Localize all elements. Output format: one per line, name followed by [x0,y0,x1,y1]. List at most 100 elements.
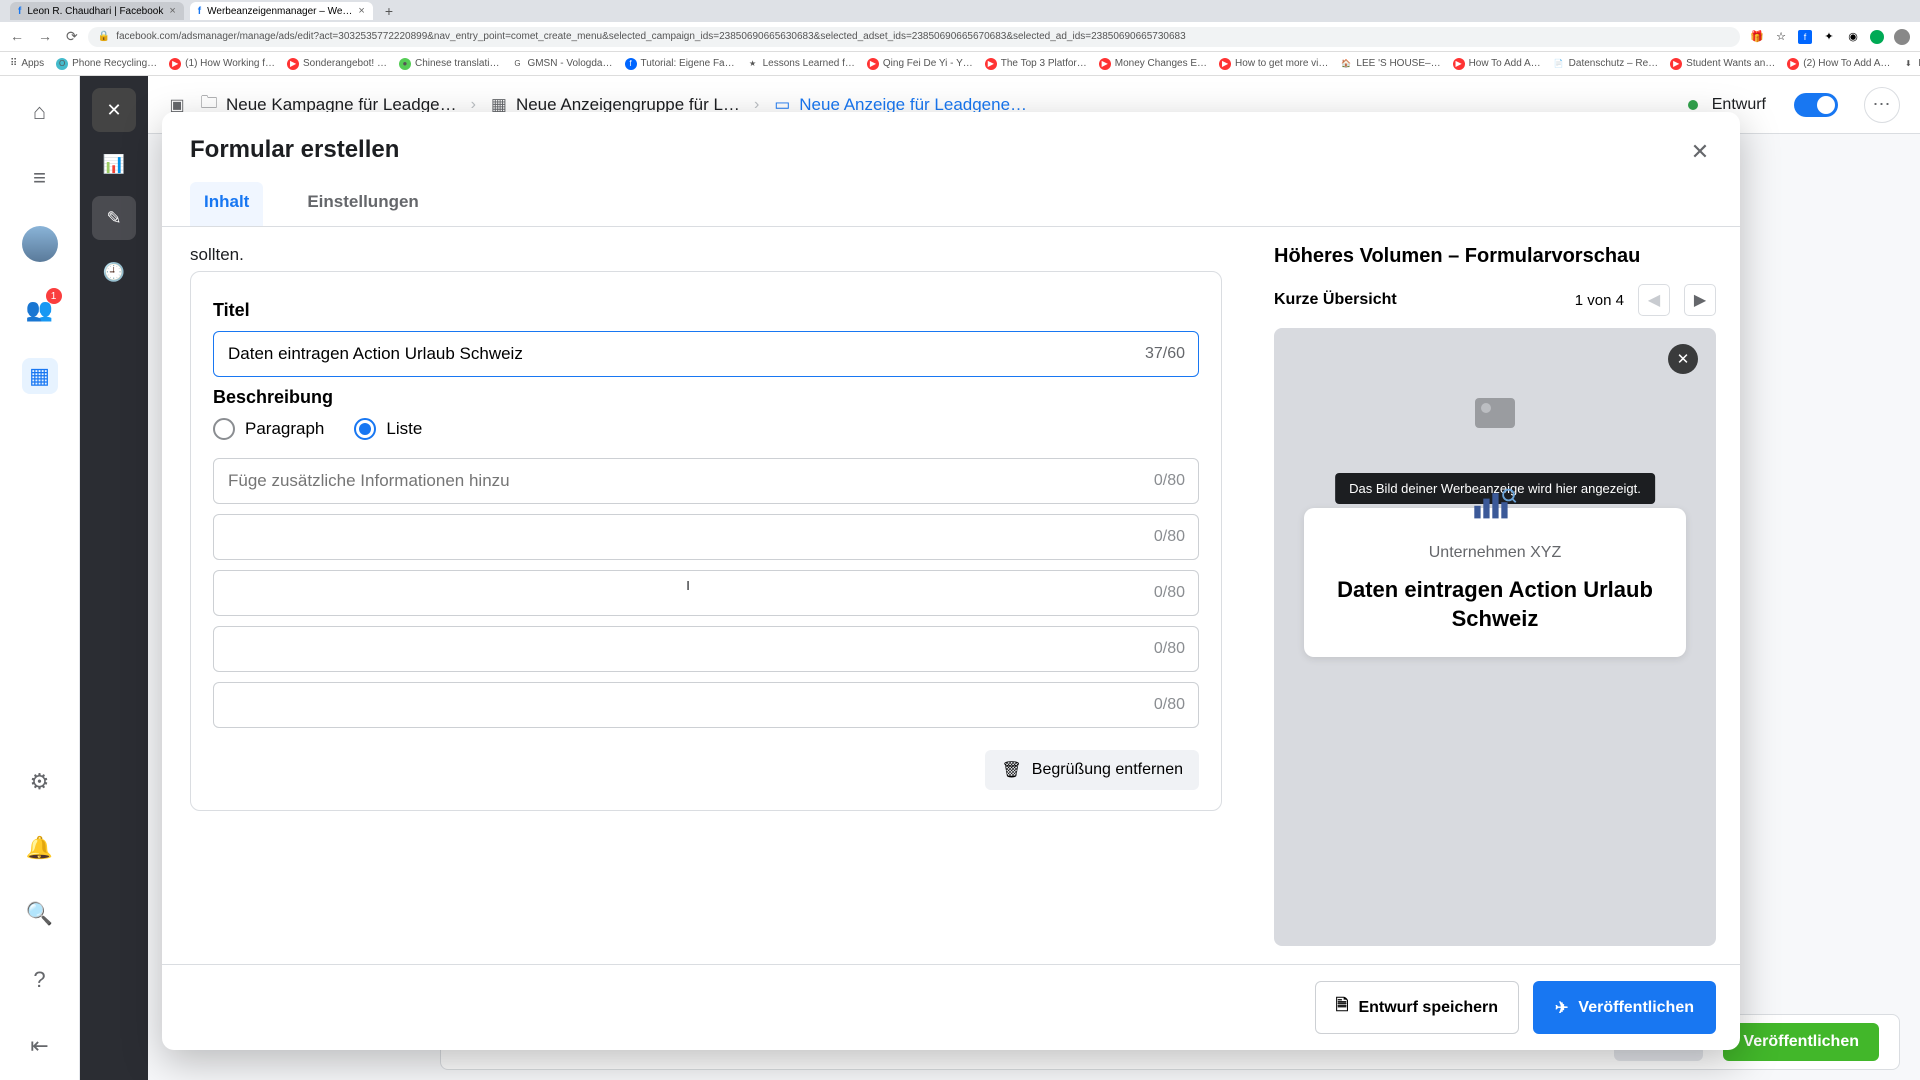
browser-tab-strip: f Leon R. Chaudhari | Facebook × f Werbe… [0,0,1920,22]
bookmark[interactable]: ▶How To Add A… [1453,58,1541,70]
trash-icon: 🗑 [1001,760,1021,780]
puzzle-icon[interactable]: ✦ [1822,30,1836,44]
bookmark[interactable]: ▶(2) How To Add A… [1787,58,1890,70]
title-input[interactable] [213,331,1199,377]
preview-step-count: 1 von 4 [1575,292,1624,309]
bookmark[interactable]: ▶The Top 3 Platfor… [985,58,1087,70]
modal-title: Formular erstellen [190,136,1712,164]
bookmark[interactable]: fTutorial: Eigene Fa… [625,58,735,70]
list-item-input[interactable] [213,682,1199,728]
collapse-icon[interactable]: ⇤ [22,1028,58,1064]
ext-icon[interactable]: ◉ [1846,30,1860,44]
list-item-input[interactable] [213,458,1199,504]
browser-tab[interactable]: f Werbeanzeigenmanager – We… × [190,2,373,20]
image-placeholder-icon [1475,398,1515,428]
new-tab-button[interactable]: + [379,3,399,19]
preview-card: Unternehmen XYZ Daten eintragen Action U… [1304,508,1686,657]
publish-button[interactable]: Veröffentlichen [1723,1023,1879,1061]
home-icon[interactable]: ⌂ [22,94,58,130]
intro-text-tail: sollten. [190,245,1222,265]
save-draft-button[interactable]: 🗎 Entwurf speichern [1315,981,1519,1034]
bookmark[interactable]: ▶Money Changes E… [1099,58,1207,70]
bell-icon[interactable]: 🔔 [22,830,58,866]
nav-forward-icon[interactable]: → [38,28,52,45]
form-editor-panel: sollten. Titel 37/60 Beschreibung Paragr… [162,227,1250,964]
apps-button[interactable]: ⠿ Apps [10,58,44,69]
preview-prev-button[interactable]: ◀ [1638,284,1670,316]
remove-greeting-button[interactable]: 🗑 Begrüßung entfernen [985,750,1199,790]
send-icon: ✈ [1555,998,1568,1018]
list-item-input[interactable] [213,626,1199,672]
file-icon: 🗎 [1336,994,1349,1021]
bookmark[interactable]: ▶Student Wants an… [1670,58,1775,70]
avatar-icon[interactable] [1894,29,1910,45]
ext-icon[interactable]: f [1798,30,1812,44]
ad-icon: ▭ [773,96,791,114]
bookmark[interactable]: ▶Sonderangebot! … [287,58,387,70]
preview-heading: Höheres Volumen – Formularvorschau [1274,245,1716,268]
ext-icon[interactable] [1870,30,1884,44]
preview-org: Unternehmen XYZ [1324,544,1666,562]
bookmark[interactable]: ★Lessons Learned f… [747,58,855,70]
status-dot [1688,100,1698,110]
star-icon[interactable]: ☆ [1774,30,1788,44]
tab-settings[interactable]: Einstellungen [293,182,432,226]
description-field-label: Beschreibung [213,387,1199,408]
search-icon[interactable]: 🔍 [22,896,58,932]
nav-back-icon[interactable]: ← [10,28,24,45]
radio-list[interactable]: Liste [354,418,422,440]
status-toggle[interactable] [1794,93,1838,117]
bookmark[interactable]: ⬇Download - Cooki… [1902,58,1920,70]
bookmark[interactable]: ▶Qing Fei De Yi - Y… [867,58,973,70]
bookmark[interactable]: 🏠LEE 'S HOUSE–… [1340,58,1440,70]
bookmark[interactable]: 📄Datenschutz – Re… [1553,58,1659,70]
nav-reload-icon[interactable]: ⟳ [66,28,78,45]
char-counter: 37/60 [1145,345,1185,363]
modal-tabs: Inhalt Einstellungen [162,164,1740,227]
lock-icon: 🔒 [98,31,110,42]
list-item-input[interactable] [213,514,1199,560]
char-counter: 0/80 [1154,584,1185,602]
chevron-right-icon: › [754,96,759,114]
help-icon[interactable]: ? [22,962,58,998]
chevron-right-icon: › [471,96,476,114]
preview-next-button[interactable]: ▶ [1684,284,1716,316]
preview-panel: Höheres Volumen – Formularvorschau Kurze… [1250,227,1740,964]
panel-icon[interactable]: ▣ [168,96,186,114]
fb-left-rail: ⌂ ≡ 👥1 ▦ ⚙ 🔔 🔍 ? ⇤ [0,76,80,1080]
edit-icon[interactable]: ✎ [92,196,136,240]
bookmark[interactable]: ▶(1) How Working f… [169,58,275,70]
address-bar[interactable]: 🔒 facebook.com/adsmanager/manage/ads/edi… [88,27,1740,47]
form-creator-modal: ✕ Formular erstellen Inhalt Einstellunge… [162,112,1740,1050]
clock-icon[interactable]: 🕘 [92,250,136,294]
bar-chart-icon [1471,486,1519,522]
modal-footer: 🗎 Entwurf speichern ✈ Veröffentlichen [162,964,1740,1050]
bookmark[interactable]: ●Chinese translati… [399,58,499,70]
close-icon[interactable]: × [358,5,364,17]
bookmark[interactable]: OPhone Recycling… [56,58,157,70]
close-icon[interactable]: ✕ [92,88,136,132]
tab-content[interactable]: Inhalt [190,182,263,226]
title-field-label: Titel [213,300,1199,321]
avatar[interactable] [22,226,58,262]
close-icon[interactable]: × [169,5,175,17]
bookmark[interactable]: ▶How to get more vi… [1219,58,1328,70]
publish-button[interactable]: ✈ Veröffentlichen [1533,981,1716,1034]
char-counter: 0/80 [1154,640,1185,658]
bookmark[interactable]: GGMSN - Vologda… [511,58,612,70]
browser-toolbar: ← → ⟳ 🔒 facebook.com/adsmanager/manage/a… [0,22,1920,52]
browser-tab[interactable]: f Leon R. Chaudhari | Facebook × [10,2,184,20]
radio-paragraph[interactable]: Paragraph [213,418,324,440]
gear-icon[interactable]: ⚙ [22,764,58,800]
audiences-icon[interactable]: 👥1 [22,292,58,328]
grid-icon[interactable]: ▦ [22,358,58,394]
close-icon[interactable]: ✕ [1684,136,1716,168]
chart-icon[interactable]: 📊 [92,142,136,186]
menu-icon[interactable]: ≡ [22,160,58,196]
more-menu-button[interactable]: ⋯ [1864,87,1900,123]
preview-step-label: Kurze Übersicht [1274,291,1397,309]
list-item-input[interactable] [213,570,1199,616]
close-icon[interactable]: ✕ [1668,344,1698,374]
grid-icon: ▦ [490,96,508,114]
gift-icon[interactable]: 🎁 [1750,30,1764,44]
